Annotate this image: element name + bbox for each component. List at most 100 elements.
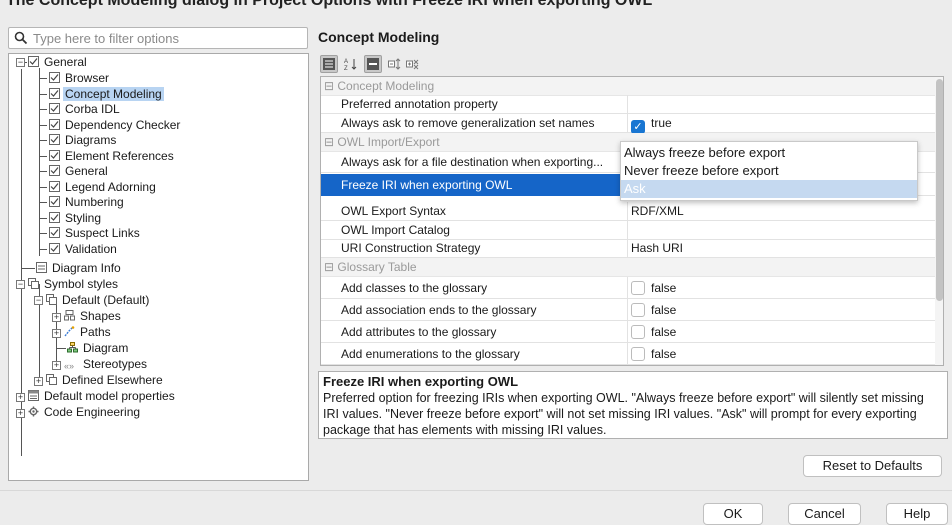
ok-button[interactable]: OK: [703, 503, 763, 525]
tree-item-legend-adorning[interactable]: Legend Adorning: [49, 179, 158, 195]
collapse-general-toggle[interactable]: −: [16, 58, 25, 67]
expand-shapes-toggle[interactable]: +: [52, 313, 61, 322]
categorized-icon: [323, 58, 335, 70]
scrollbar-thumb[interactable]: [936, 79, 943, 301]
tree-item-shapes[interactable]: Shapes: [64, 308, 123, 324]
dropdown-option-never-freeze[interactable]: Never freeze before export: [621, 162, 917, 180]
collapse-all-button[interactable]: [404, 55, 422, 73]
group-header-glossary[interactable]: ⊟ Glossary Table: [321, 258, 935, 277]
group-header-concept-modeling[interactable]: ⊟ Concept Modeling: [321, 77, 935, 96]
expand-paths-toggle[interactable]: +: [52, 329, 61, 338]
checkbox-icon: [49, 71, 60, 83]
expand-code-engineering-toggle[interactable]: +: [16, 409, 25, 418]
collapse-default-toggle[interactable]: −: [34, 296, 43, 305]
properties-icon: [28, 389, 39, 401]
tree-item-diagrams[interactable]: Diagrams: [49, 132, 118, 148]
collapse-group-icon: ⊟: [324, 260, 338, 274]
tree-item-element-references[interactable]: Element References: [49, 148, 176, 164]
collapse-group-icon: ⊟: [324, 135, 338, 149]
filter-box[interactable]: [8, 27, 308, 49]
diagram-icon: [67, 341, 78, 353]
tree-item-default-default[interactable]: Default (Default): [46, 292, 151, 308]
dialog-title: The Concept Modeling dialog in Project O…: [6, 0, 653, 9]
tree-item-dependency-checker[interactable]: Dependency Checker: [49, 117, 182, 133]
tree-item-paths[interactable]: Paths: [64, 324, 113, 340]
filter-input[interactable]: [31, 29, 301, 47]
reset-to-defaults-button[interactable]: Reset to Defaults: [803, 455, 942, 477]
property-row[interactable]: OWL Import Catalog: [321, 221, 935, 240]
tree-item-browser[interactable]: Browser: [49, 70, 111, 86]
tree-item-concept-modeling[interactable]: Concept Modeling: [49, 86, 164, 102]
checkbox-unchecked[interactable]: [631, 347, 645, 361]
checkbox-unchecked[interactable]: [631, 325, 645, 339]
tree-item-default-model-properties[interactable]: Default model properties: [28, 388, 177, 404]
tree-item-validation[interactable]: Validation: [49, 241, 119, 257]
freeze-iri-dropdown[interactable]: Always freeze before export Never freeze…: [620, 141, 918, 201]
checkbox-icon: [49, 133, 60, 145]
checkbox-icon: [49, 164, 60, 176]
checkbox-checked[interactable]: ✓: [631, 120, 645, 134]
search-icon: [14, 31, 28, 45]
collapse-symbol-styles-toggle[interactable]: −: [16, 280, 25, 289]
tree-item-stereotypes[interactable]: «» Stereotypes: [64, 356, 149, 372]
tree-item-corba-idl[interactable]: Corba IDL: [49, 101, 122, 117]
gear-icon: [28, 405, 39, 417]
property-row[interactable]: Add enumerations to the glossary false: [321, 343, 935, 365]
checkbox-unchecked[interactable]: [631, 303, 645, 317]
checkbox-icon: [49, 87, 60, 99]
tree-item-defined-elsewhere[interactable]: Defined Elsewhere: [46, 372, 165, 388]
divider: [0, 490, 952, 491]
property-row[interactable]: Add classes to the glossary false: [321, 277, 935, 299]
dropdown-option-ask[interactable]: Ask: [621, 180, 917, 198]
property-row[interactable]: Add attributes to the glossary false: [321, 321, 935, 343]
sort-az-icon: AZ: [344, 59, 357, 71]
options-tree[interactable]: − General Browser Concept Modeling Corba I…: [8, 53, 309, 481]
checkbox-icon: [49, 211, 60, 223]
tree-item-code-engineering[interactable]: Code Engineering: [28, 404, 142, 420]
description-title: Freeze IRI when exporting OWL: [323, 374, 519, 389]
tree-item-styling[interactable]: Styling: [49, 210, 103, 226]
checkbox-icon: [49, 242, 60, 254]
tree-item-numbering[interactable]: Numbering: [49, 194, 126, 210]
property-row[interactable]: OWL Export Syntax RDF/XML: [321, 202, 935, 221]
shapes-icon: [64, 309, 75, 321]
expand-default-model-properties-toggle[interactable]: +: [16, 393, 25, 402]
property-row[interactable]: Preferred annotation property: [321, 95, 935, 114]
svg-text:A: A: [344, 59, 348, 65]
tree-item-suspect-links[interactable]: Suspect Links: [49, 225, 142, 241]
expand-all-button[interactable]: [386, 55, 404, 73]
tree-item-diagram[interactable]: Diagram: [67, 340, 130, 356]
dropdown-option-always-freeze[interactable]: Always freeze before export: [621, 144, 917, 162]
tree-item-symbol-styles[interactable]: Symbol styles: [28, 276, 120, 292]
tree-item-general[interactable]: General: [49, 163, 110, 179]
property-row[interactable]: Always ask to remove generalization set …: [321, 114, 935, 134]
checkbox-unchecked[interactable]: [631, 281, 645, 295]
checkbox-icon: [49, 195, 60, 207]
checkbox-icon: [28, 55, 39, 67]
checkbox-icon: [49, 226, 60, 238]
collapse-icon: [367, 58, 379, 70]
property-grid: ⊟ Concept Modeling Preferred annotation …: [320, 76, 944, 366]
expand-stereotypes-toggle[interactable]: +: [52, 361, 61, 370]
property-row[interactable]: Add association ends to the glossary fal…: [321, 299, 935, 321]
expand-defined-elsewhere-toggle[interactable]: +: [34, 377, 43, 386]
collapse-button[interactable]: [364, 55, 382, 73]
tree-item-general[interactable]: General: [28, 54, 89, 70]
categorized-view-button[interactable]: [320, 55, 338, 73]
cancel-button[interactable]: Cancel: [788, 503, 861, 525]
expand-all-icon: [388, 58, 401, 70]
grid-scrollbar[interactable]: [935, 77, 943, 365]
property-row[interactable]: URI Construction Strategy Hash URI: [321, 239, 935, 258]
description-text: Preferred option for freezing IRIs when …: [323, 391, 924, 437]
title-bar: The Concept Modeling dialog in Project O…: [0, 0, 952, 14]
panel-title: Concept Modeling: [318, 29, 440, 45]
help-button[interactable]: Help: [886, 503, 948, 525]
tree-item-diagram-info[interactable]: Diagram Info: [36, 260, 123, 276]
styles-icon: [46, 373, 57, 385]
checkbox-icon: [49, 118, 60, 130]
checkbox-icon: [49, 149, 60, 161]
sort-alphabetically-button[interactable]: AZ: [342, 55, 360, 73]
styles-icon: [28, 277, 39, 289]
description-panel: Freeze IRI when exporting OWL Preferred …: [318, 371, 948, 439]
list-icon: [36, 261, 47, 273]
